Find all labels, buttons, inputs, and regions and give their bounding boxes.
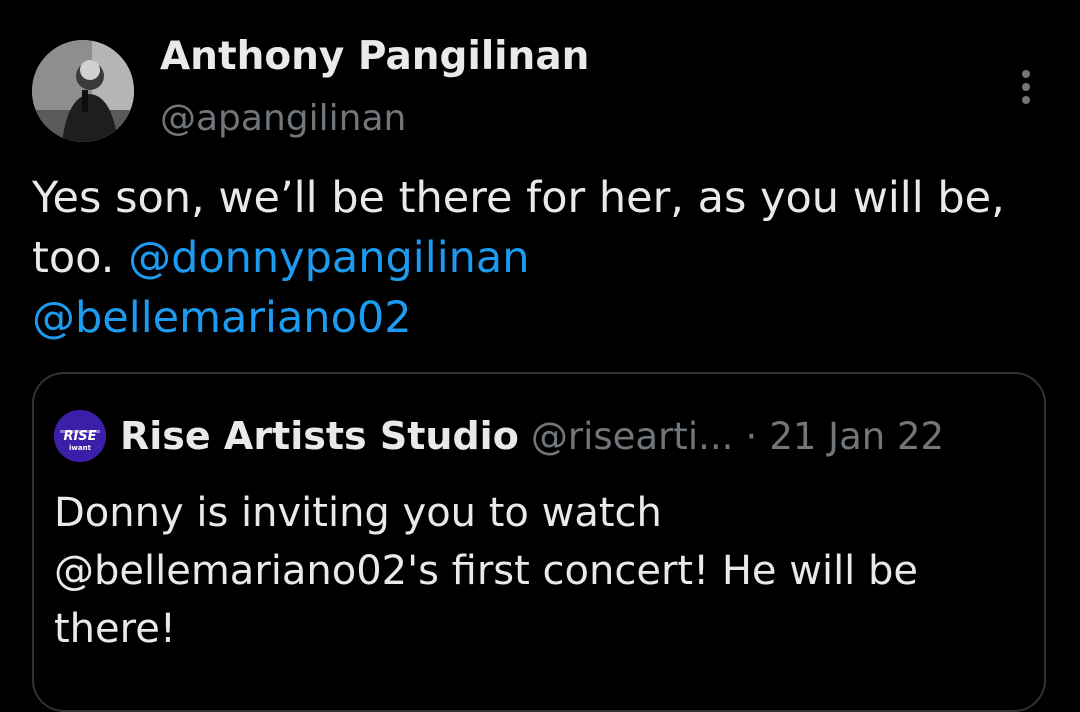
mention-link-donnypangilinan[interactable]: @donnypangilinan — [128, 233, 529, 283]
separator-dot: · — [745, 415, 758, 458]
tweet-text: Yes son, we’ll be there for her, as you … — [32, 168, 1032, 348]
author-avatar[interactable] — [32, 40, 134, 142]
rise-logo-icon: RISE iwant — [54, 410, 106, 462]
mention-link-bellemariano02[interactable]: @bellemariano02 — [32, 293, 412, 343]
quoted-tweet-card[interactable]: RISE iwant Rise Artists Studio @risearti… — [32, 372, 1046, 712]
quote-header: Rise Artists Studio @risearti... · 21 Ja… — [120, 410, 944, 462]
author-name[interactable]: Anthony Pangilinan — [160, 32, 589, 82]
avatar-photo — [32, 40, 134, 142]
quote-text: Donny is inviting you to watch @bellemar… — [54, 490, 919, 652]
quote-author-name[interactable]: Rise Artists Studio — [120, 414, 519, 458]
more-dot — [1022, 70, 1030, 78]
more-options-icon[interactable] — [1006, 62, 1046, 112]
quote-author-avatar[interactable]: RISE iwant — [54, 410, 106, 462]
quote-author-handle[interactable]: @risearti... — [531, 415, 734, 458]
more-dot — [1022, 96, 1030, 104]
rise-logo-text: RISE — [63, 429, 96, 444]
quote-date[interactable]: 21 Jan 22 — [769, 415, 944, 458]
author-handle[interactable]: @apangilinan — [160, 96, 406, 142]
more-dot — [1022, 83, 1030, 91]
iwant-logo-text: iwant — [69, 444, 92, 452]
